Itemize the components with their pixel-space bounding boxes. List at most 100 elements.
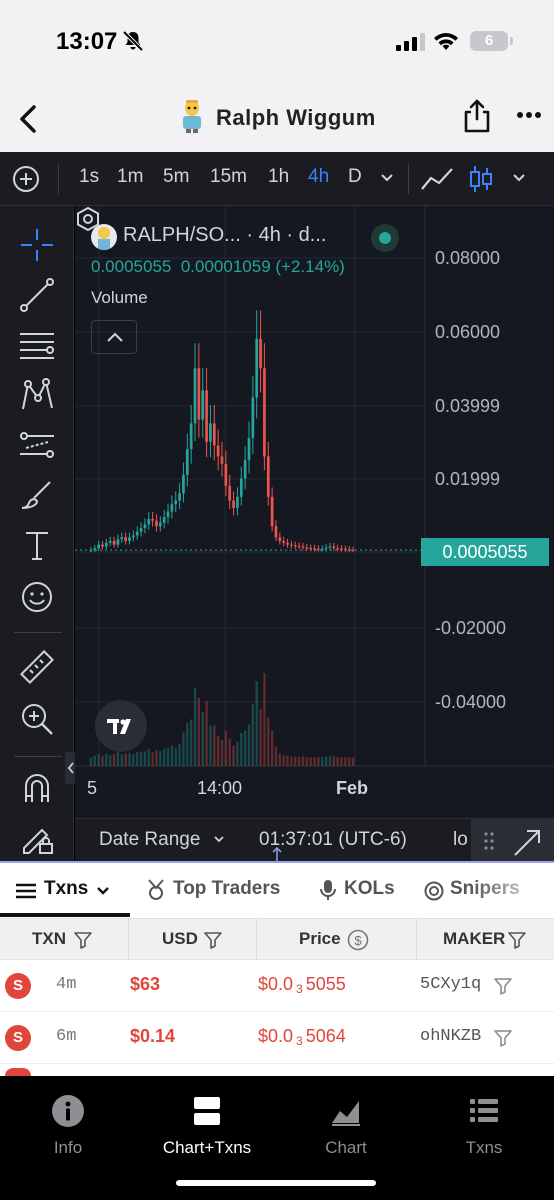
timeframe-15m[interactable]: 15m (210, 166, 247, 188)
line-chart-icon[interactable] (420, 165, 454, 193)
candle-body (166, 511, 170, 518)
crosshair-icon[interactable] (18, 226, 56, 264)
bottom-tab-txns[interactable]: Txns (424, 1094, 544, 1158)
chevron-down-icon[interactable] (96, 885, 110, 897)
legend-collapse-button[interactable] (91, 320, 137, 354)
volume-bar (124, 753, 127, 766)
candlestick-chart-icon[interactable] (466, 164, 496, 194)
volume-bar (174, 748, 177, 766)
tab-txns[interactable]: Txns (44, 878, 88, 900)
bottom-tab-label: Txns (465, 1138, 503, 1157)
column-header-price[interactable]: Price (299, 929, 341, 949)
drag-handle-icon[interactable] (483, 831, 495, 851)
volume-bar (205, 701, 208, 766)
add-indicator-icon[interactable] (12, 165, 40, 193)
chevron-down-icon[interactable] (213, 834, 225, 844)
emoji-icon[interactable] (18, 578, 56, 616)
txn-tabs: Txns Top Traders KOLs Snipers (0, 863, 554, 918)
back-arrow-icon[interactable] (16, 102, 40, 136)
volume-bar (182, 732, 185, 766)
volume-bar (240, 733, 243, 766)
column-header-usd[interactable]: USD (162, 929, 198, 949)
fib-retracement-icon[interactable] (18, 326, 56, 364)
candle-body (228, 485, 232, 501)
sell-badge: S (5, 973, 31, 999)
candle-body (309, 547, 313, 549)
home-indicator (176, 1180, 376, 1186)
volume-bar (336, 756, 339, 766)
timeframe-1h[interactable]: 1h (268, 166, 289, 188)
trend-line-icon[interactable] (18, 276, 56, 314)
chart-settings-icon[interactable] (75, 206, 101, 232)
candle-body (328, 546, 332, 548)
lock-drawing-icon[interactable] (18, 818, 56, 856)
txn-maker[interactable]: ohNKZB (420, 1027, 481, 1046)
brush-icon[interactable] (18, 476, 56, 514)
column-header-txn[interactable]: TXN (32, 929, 66, 949)
share-icon[interactable] (462, 98, 492, 134)
y-axis-tick: -0.02000 (435, 618, 507, 638)
candle-body (344, 549, 347, 551)
chevron-down-icon[interactable] (380, 172, 394, 184)
text-tool-icon[interactable] (18, 526, 56, 564)
filter-icon[interactable] (204, 931, 222, 949)
ruler-icon[interactable] (18, 648, 56, 686)
volume-bar (247, 724, 251, 766)
timeframe-4h[interactable]: 4h (308, 166, 329, 188)
candle-body (251, 397, 255, 439)
date-range-button[interactable]: Date Range (99, 829, 200, 851)
sell-badge (5, 1068, 31, 1076)
area-chart-icon (332, 1101, 360, 1126)
tab-kols[interactable]: KOLs (344, 878, 395, 900)
bottom-tab-chart[interactable]: Chart (286, 1094, 406, 1158)
candle-body (93, 548, 97, 551)
candle-body (320, 548, 324, 550)
pattern-icon[interactable] (18, 376, 56, 414)
bottom-tab-chart-txns[interactable]: Chart+Txns (147, 1094, 267, 1158)
volume-bar (251, 704, 254, 766)
symbol-pair[interactable]: RALPH/SO... · 4h · d... (123, 224, 326, 247)
chevron-down-icon[interactable] (512, 172, 526, 184)
candle-body (317, 548, 320, 550)
volume-bar (317, 757, 320, 766)
filter-icon[interactable] (74, 931, 92, 949)
table-row[interactable]: S 4m $63 $0.0 3 5055 5CXy1q (0, 960, 554, 1012)
volume-bar (186, 723, 189, 766)
timeframe-5m[interactable]: 5m (163, 166, 189, 188)
filter-icon[interactable] (508, 931, 526, 949)
timeframe-d[interactable]: D (348, 166, 362, 188)
status-time: 13:07 (56, 28, 118, 55)
wifi-icon (434, 33, 458, 50)
price-chart[interactable]: RALPH/SO... · 4h · d... 0.0005055 0.0000… (75, 206, 554, 822)
bottom-tab-info[interactable]: Info (8, 1094, 128, 1158)
dollar-circle-icon[interactable]: $ (347, 929, 369, 951)
volume-bar (243, 730, 247, 766)
candle-body (131, 535, 135, 538)
column-header-maker[interactable]: MAKER (443, 929, 505, 949)
zoom-in-icon[interactable] (18, 700, 56, 738)
chart-toolbar: 1s 1m 5m 15m 1h 4h D (0, 152, 554, 206)
timeframe-1m[interactable]: 1m (117, 166, 143, 188)
more-options-icon[interactable] (516, 110, 542, 120)
timeframe-1s[interactable]: 1s (79, 166, 99, 188)
drawing-tools-sidebar (0, 206, 77, 862)
prediction-icon[interactable] (18, 426, 56, 464)
filter-icon[interactable] (494, 1029, 512, 1047)
candle-body (89, 550, 93, 552)
volume-bar (282, 755, 285, 766)
txn-price: $0.0 3 5064 (258, 1026, 346, 1048)
log-scale-toggle[interactable]: lo (453, 829, 468, 851)
candle-body (301, 546, 305, 548)
txn-maker[interactable]: 5CXy1q (420, 975, 481, 994)
volume-bar (301, 756, 305, 766)
tradingview-logo[interactable] (95, 700, 147, 752)
volume-bar (232, 746, 235, 766)
table-row[interactable]: S 6m $0.14 $0.0 3 5064 ohNKZB (0, 1012, 554, 1064)
table-row-partial[interactable] (0, 1064, 554, 1076)
volume-bar (155, 750, 158, 766)
filter-icon[interactable] (494, 977, 512, 995)
tab-top-traders[interactable]: Top Traders (173, 878, 280, 900)
candle-body (332, 546, 336, 548)
magnet-icon[interactable] (18, 768, 56, 806)
arrow-drawing-icon[interactable] (509, 825, 545, 859)
